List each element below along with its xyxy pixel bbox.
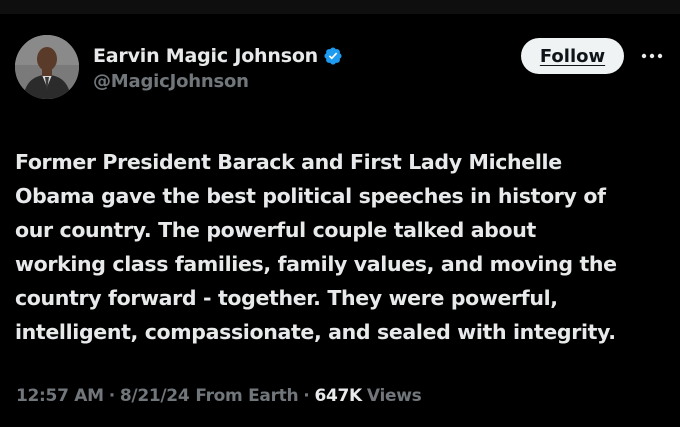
tweet-text: Former President Barack and First Lady M…	[15, 150, 617, 344]
avatar[interactable]	[15, 35, 79, 99]
tweet-date[interactable]: 8/21/24	[120, 386, 190, 406]
author-identity: Earvin Magic Johnson @MagicJohnson	[93, 43, 343, 92]
tweet-time[interactable]: 12:57 AM	[16, 386, 104, 406]
follow-button[interactable]: Follow	[521, 38, 624, 74]
more-dots-icon	[641, 53, 663, 59]
author-handle[interactable]: @MagicJohnson	[93, 71, 343, 92]
more-options-button[interactable]	[638, 44, 666, 68]
views-count[interactable]: 647K	[314, 386, 362, 406]
display-name[interactable]: Earvin Magic Johnson	[93, 45, 318, 67]
meta-separator-2: ·	[303, 386, 310, 406]
tweet-meta: 12:57 AM · 8/21/24 From Earth · 647K Vie…	[16, 386, 422, 406]
top-bar	[0, 0, 680, 14]
meta-separator: ·	[108, 386, 115, 406]
tweet-source: From Earth	[195, 386, 299, 406]
verified-badge-icon	[323, 46, 343, 66]
views-label: Views	[366, 386, 422, 406]
name-row: Earvin Magic Johnson	[93, 43, 343, 69]
profile-photo-icon	[15, 35, 79, 99]
